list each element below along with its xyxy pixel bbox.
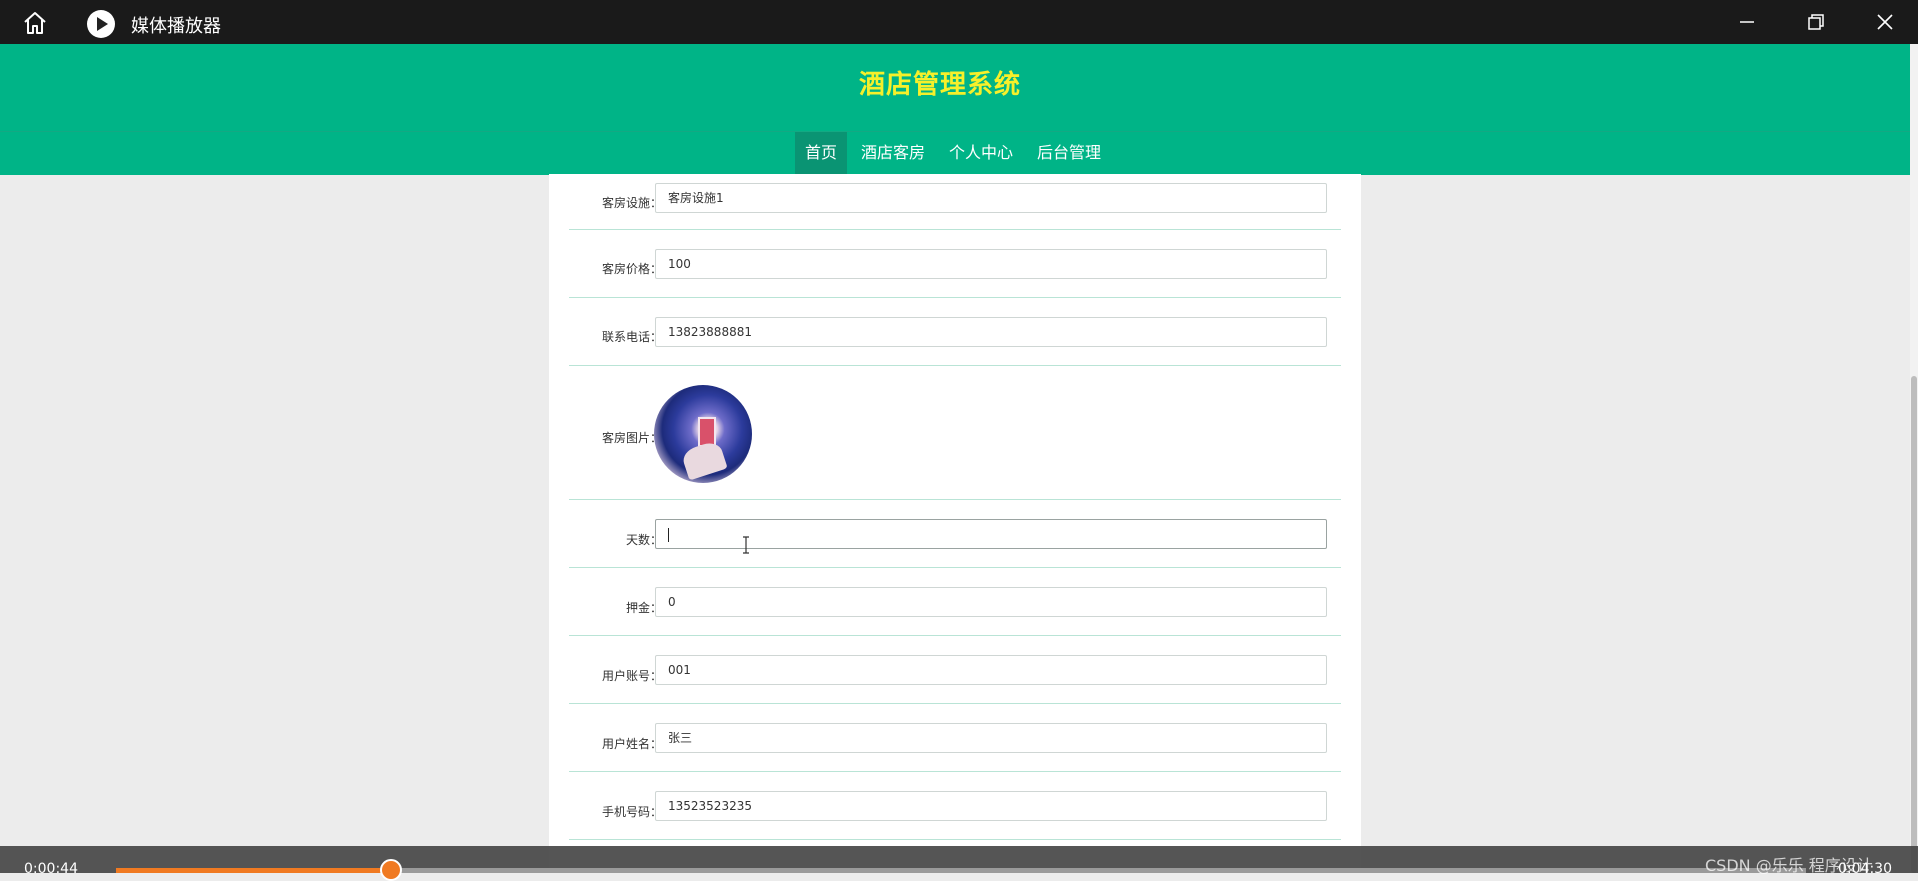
room-image-label: 客房图片： — [601, 431, 662, 445]
elapsed-time: 0:00:44 — [24, 861, 78, 877]
price-field[interactable]: 100 — [655, 249, 1327, 279]
contact-phone-label: 联系电话： — [601, 330, 662, 344]
watermark: CSDN @乐乐 程序设计 — [1705, 856, 1873, 875]
restore-icon[interactable] — [1804, 10, 1828, 34]
user-account-label: 用户账号： — [601, 669, 662, 683]
close-icon[interactable] — [1873, 10, 1897, 34]
player-controls: 0:00:44 0:04:30 CSDN @乐乐 程序设计 — [0, 846, 1918, 881]
form-row-phone: 联系电话： 13823888881 — [569, 298, 1341, 366]
nav-item-admin[interactable]: 后台管理 — [1027, 132, 1111, 175]
app-title: 媒体播放器 — [131, 16, 221, 37]
deposit-label: 押金： — [625, 601, 662, 615]
user-account-field[interactable]: 001 — [655, 655, 1327, 685]
deposit-field[interactable]: 0 — [655, 587, 1327, 617]
form-row-days: 天数： — [569, 500, 1341, 568]
room-image — [654, 385, 752, 483]
form-row-mobile: 手机号码： 13523523235 — [569, 772, 1341, 840]
nav-item-rooms[interactable]: 酒店客房 — [851, 132, 935, 175]
nav-item-home[interactable]: 首页 — [795, 132, 848, 175]
form-row-account: 用户账号： 001 — [569, 636, 1341, 704]
user-name-field[interactable]: 张三 — [655, 723, 1327, 753]
media-player-icon — [87, 10, 115, 38]
contact-phone-field[interactable]: 13823888881 — [655, 317, 1327, 347]
scrollbar-thumb[interactable] — [1911, 376, 1917, 873]
booking-form: 客房设施： 客房设施1 客房价格： 100 联系电话： 13823888881 … — [549, 174, 1361, 873]
seek-progress — [116, 868, 392, 873]
user-name-label: 用户姓名： — [601, 737, 662, 751]
text-cursor-icon — [743, 536, 749, 554]
site-title: 酒店管理系统 — [858, 70, 1021, 100]
page-scrollbar[interactable] — [1910, 44, 1918, 873]
form-row-facilities: 客房设施： 客房设施1 — [569, 174, 1341, 230]
form-row-image: 客房图片： — [569, 366, 1341, 500]
nav-item-profile[interactable]: 个人中心 — [939, 132, 1023, 175]
mobile-label: 手机号码： — [601, 805, 662, 819]
home-icon[interactable] — [22, 11, 48, 35]
main-nav: 首页 酒店客房 个人中心 后台管理 — [0, 131, 1910, 175]
minimize-icon[interactable] — [1735, 10, 1759, 34]
text-caret — [668, 527, 669, 542]
seek-handle[interactable] — [380, 859, 403, 881]
facilities-label: 客房设施： — [601, 196, 662, 210]
mobile-field[interactable]: 13523523235 — [655, 791, 1327, 821]
form-row-deposit: 押金： 0 — [569, 568, 1341, 636]
player-title-bar: 媒体播放器 — [0, 0, 1918, 44]
days-label: 天数： — [625, 533, 662, 547]
price-label: 客房价格： — [601, 262, 662, 276]
site-header: 酒店管理系统 — [0, 44, 1910, 131]
form-row-price: 客房价格： 100 — [569, 230, 1341, 298]
days-input[interactable] — [655, 519, 1327, 549]
form-row-username: 用户姓名： 张三 — [569, 704, 1341, 772]
seek-bar[interactable] — [116, 868, 1806, 873]
facilities-field[interactable]: 客房设施1 — [655, 183, 1327, 213]
